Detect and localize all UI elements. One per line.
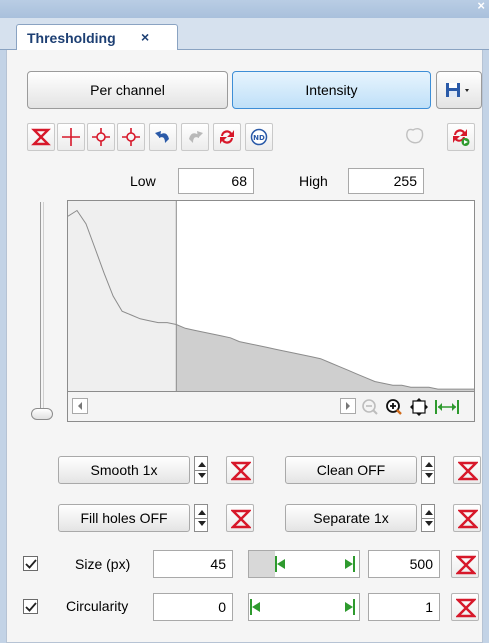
high-label: High [299, 173, 328, 189]
low-value-input[interactable]: 68 [178, 168, 254, 194]
scroll-left-button[interactable] [72, 398, 88, 414]
nd-icon: ND [250, 128, 268, 146]
tab-label: Thresholding [27, 30, 116, 46]
pick-max-icon [122, 128, 140, 146]
circularity-max-input[interactable]: 1 [368, 593, 440, 621]
size-max-input[interactable]: 500 [368, 550, 440, 578]
circularity-filter-checkbox[interactable] [23, 599, 38, 614]
undo-button[interactable] [149, 123, 177, 151]
pick-min-icon [92, 128, 110, 146]
clean-reset-button[interactable] [453, 456, 481, 484]
reset-icon [231, 461, 251, 481]
histogram-scrollbar[interactable] [67, 392, 475, 422]
pick-max-button[interactable] [117, 123, 145, 151]
reset-icon [458, 509, 478, 529]
circularity-label: Circularity [66, 598, 129, 614]
range-min-handle-icon[interactable] [275, 555, 287, 573]
size-range-excluded [249, 551, 275, 577]
chevron-right-icon [346, 402, 350, 410]
histogram[interactable] [67, 200, 475, 392]
separate-stepper[interactable] [421, 504, 435, 532]
reset-icon [456, 555, 476, 575]
reset-threshold-button[interactable] [27, 123, 55, 151]
zoom-in-icon [386, 399, 402, 415]
tab-close-button[interactable]: × [141, 29, 149, 45]
separate-button[interactable]: Separate 1x [285, 504, 417, 532]
range-max-handle-icon[interactable] [343, 598, 355, 616]
fill-holes-reset-button[interactable] [226, 504, 254, 532]
zoom-in-button[interactable] [384, 397, 404, 420]
size-range-slider[interactable] [248, 550, 360, 578]
redo-button[interactable] [181, 123, 209, 151]
vertical-scale-slider[interactable] [40, 202, 44, 410]
panel-title-strip [0, 0, 489, 18]
zoom-out-button[interactable] [360, 397, 380, 420]
fill-holes-button[interactable]: Fill holes OFF [58, 504, 190, 532]
apply-button[interactable] [447, 123, 475, 151]
clean-button[interactable]: Clean OFF [285, 456, 417, 484]
intensity-button[interactable]: Intensity [232, 71, 431, 109]
high-value-input[interactable]: 255 [348, 168, 424, 194]
zoom-out-icon [362, 399, 378, 415]
fill-holes-stepper[interactable] [194, 504, 208, 532]
full-range-button[interactable] [434, 397, 460, 420]
mask-icon [406, 128, 424, 144]
redo-icon [189, 131, 203, 143]
save-menu-button[interactable] [436, 71, 482, 109]
reset-threshold-icon [31, 128, 51, 146]
chevron-left-icon [78, 402, 82, 410]
crosshair-icon [62, 128, 80, 146]
separate-reset-button[interactable] [453, 504, 481, 532]
clean-stepper[interactable] [421, 456, 435, 484]
save-icon [446, 83, 469, 97]
histogram-excluded-region [68, 201, 177, 391]
refresh-icon [220, 130, 234, 144]
tab-thresholding[interactable]: Thresholding × [16, 24, 178, 51]
histogram-plot [67, 201, 475, 391]
fit-view-button[interactable] [409, 397, 429, 420]
scroll-right-button[interactable] [340, 398, 356, 414]
refresh-button[interactable] [213, 123, 241, 151]
smooth-stepper[interactable] [194, 456, 208, 484]
window-close-button[interactable]: × [477, 0, 485, 13]
size-min-input[interactable]: 45 [153, 550, 233, 578]
apply-icon [453, 129, 470, 146]
smooth-button[interactable]: Smooth 1x [58, 456, 190, 484]
reset-icon [458, 461, 478, 481]
fit-view-icon [410, 398, 428, 416]
crosshair-button[interactable] [57, 123, 85, 151]
nd-button[interactable]: ND [245, 123, 273, 151]
circularity-reset-button[interactable] [451, 593, 479, 621]
reset-icon [456, 598, 476, 618]
circularity-range-slider[interactable] [248, 593, 360, 621]
check-icon [25, 602, 37, 612]
svg-text:ND: ND [253, 134, 265, 142]
per-channel-button[interactable]: Per channel [27, 71, 228, 109]
reset-icon [231, 509, 251, 529]
mask-button[interactable] [401, 123, 429, 151]
vertical-scale-thumb[interactable] [31, 408, 53, 420]
check-icon [25, 559, 37, 569]
size-label: Size (px) [75, 556, 131, 572]
histogram-fill [176, 324, 475, 391]
undo-icon [155, 131, 169, 143]
range-max-handle-icon[interactable] [343, 555, 355, 573]
size-filter-checkbox[interactable] [23, 556, 38, 571]
smooth-reset-button[interactable] [226, 456, 254, 484]
pick-min-button[interactable] [87, 123, 115, 151]
low-label: Low [130, 173, 156, 189]
full-range-icon [435, 400, 459, 414]
range-min-handle-icon[interactable] [250, 598, 262, 616]
circularity-min-input[interactable]: 0 [153, 593, 233, 621]
size-reset-button[interactable] [451, 550, 479, 578]
